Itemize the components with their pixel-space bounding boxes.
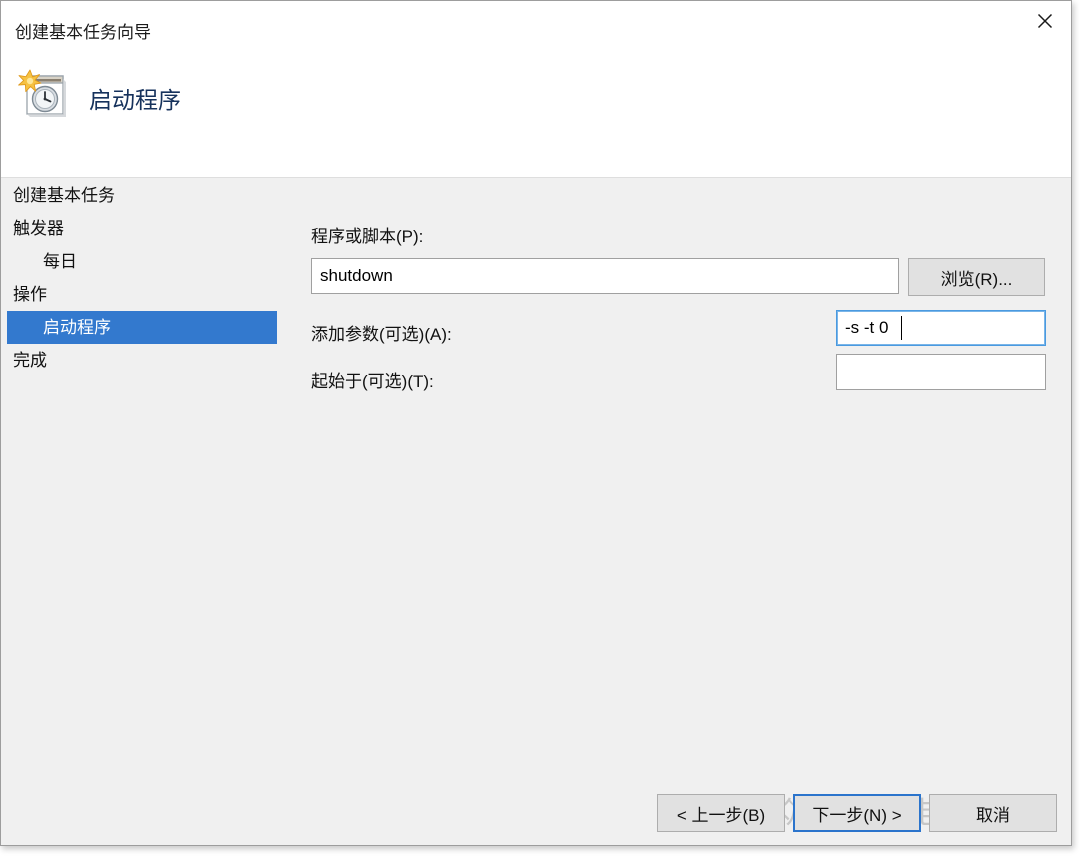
task-scheduler-clock-icon (15, 67, 73, 123)
wizard-body: 创建基本任务 触发器 每日 操作 启动程序 完成 程序或脚本(P): 浏览(R)… (1, 179, 1071, 845)
close-button[interactable] (1019, 1, 1071, 41)
wizard-header: 启动程序 (1, 57, 1071, 178)
browse-button[interactable]: 浏览(R)... (908, 258, 1045, 296)
start-in-input[interactable] (836, 354, 1046, 390)
action-form: 程序或脚本(P): 浏览(R)... 添加参数(可选)(A): 起始于(可选)(… (1, 179, 1071, 845)
title-bar: 创建基本任务向导 (1, 1, 1071, 57)
close-icon (1036, 12, 1054, 30)
text-cursor (901, 316, 902, 340)
next-button[interactable]: 下一步(N) > (793, 794, 921, 832)
back-button[interactable]: < 上一步(B) (657, 794, 785, 832)
page-title: 启动程序 (89, 87, 181, 113)
arguments-label: 添加参数(可选)(A): (311, 325, 452, 344)
start-in-label: 起始于(可选)(T): (311, 372, 434, 391)
cancel-button[interactable]: 取消 (929, 794, 1057, 832)
program-label: 程序或脚本(P): (311, 227, 424, 246)
program-input[interactable] (311, 258, 899, 294)
arguments-input[interactable] (836, 310, 1046, 346)
create-basic-task-wizard-window: 创建基本任务向导 启动程序 创建基本任务 触发器 每日 操作 启动程序 完成 程… (0, 0, 1072, 846)
window-title: 创建基本任务向导 (15, 23, 151, 42)
wizard-button-bar: < 上一步(B) 下一步(N) > 取消 (657, 794, 1057, 832)
